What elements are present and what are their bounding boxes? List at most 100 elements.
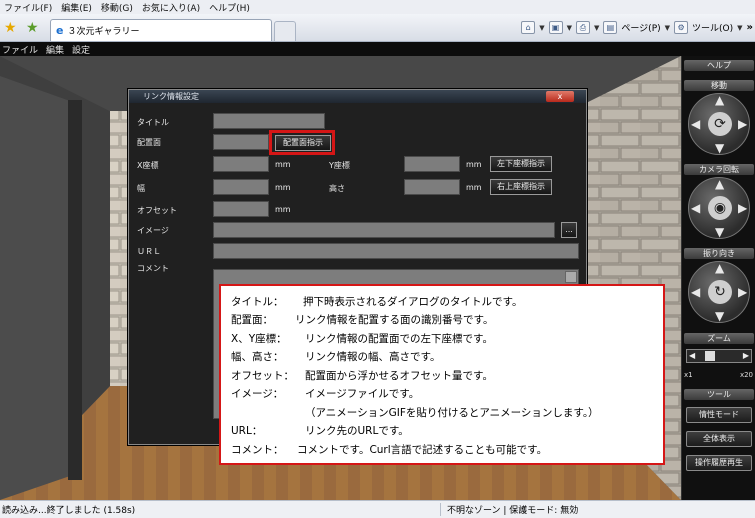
camera-icon: ◉ (708, 196, 732, 220)
add-favorite-icon[interactable]: ★ (26, 20, 39, 36)
home-icon[interactable]: ⌂ (521, 21, 536, 34)
menu-edit[interactable]: 編集(E) (61, 1, 92, 14)
label-width: 幅 (137, 184, 145, 193)
favorites-star-icon[interactable]: ★ (4, 20, 17, 36)
gear-icon: ⚙ (674, 21, 689, 34)
menu-favorites[interactable]: お気に入り(A) (142, 1, 200, 14)
arrow-up-icon[interactable]: ▲ (715, 93, 724, 107)
menu-file[interactable]: ファイル(F) (4, 1, 52, 14)
callout-value: リンク先のURLです。 (305, 425, 409, 438)
arrow-down-icon[interactable]: ▼ (715, 141, 724, 155)
callout-row: 幅、高さ： リンク情報の幅、高さです。 (231, 348, 653, 367)
arrow-up-icon[interactable]: ▲ (715, 261, 724, 275)
chevron-down-icon[interactable]: ▼ (737, 24, 742, 32)
zoom-header: ズーム (684, 333, 754, 344)
callout-row: URL： リンク先のURLです。 (231, 422, 653, 441)
face-input[interactable] (213, 134, 269, 150)
y-input[interactable] (404, 156, 460, 172)
label-offset: オフセット (137, 206, 177, 215)
camera-header: カメラ回転 (684, 164, 754, 175)
highlight-box (269, 130, 335, 155)
move-pad[interactable]: ▲ ▼ ◀ ▶ ⟳ (688, 93, 750, 155)
print-icon[interactable]: ⎙ (575, 21, 590, 34)
callout-key: オフセット： (231, 369, 294, 382)
zoom-left-icon[interactable]: ◀ (689, 351, 695, 360)
arrow-right-icon[interactable]: ▶ (738, 285, 747, 299)
chevron-down-icon[interactable]: ▼ (594, 24, 599, 32)
tab-bar: ★ ★ e ３次元ギャラリー ⌂ ▼ ▣ ▼ ⎙ ▼ ▤ ページ(P) ▼ ⚙ ツール(… (0, 14, 755, 42)
arrow-left-icon[interactable]: ◀ (691, 285, 700, 299)
callout-value: リンク情報を配置する面の識別番号です。 (295, 314, 494, 327)
callout-value: リンク情報の幅、高さです。 (305, 351, 441, 364)
turn-pad[interactable]: ▲ ▼ ◀ ▶ ↻ (688, 261, 750, 323)
x-input[interactable] (213, 156, 269, 172)
arrow-down-icon[interactable]: ▼ (715, 225, 724, 239)
menu-help[interactable]: ヘルプ(H) (209, 1, 250, 14)
callout-value: （アニメーションGIFを貼り付けるとアニメーションします。） (305, 406, 599, 419)
app-menu-settings[interactable]: 設定 (72, 43, 90, 56)
url-input[interactable] (213, 243, 579, 259)
bottom-left-pick-button[interactable]: 左下座標指示 (490, 156, 552, 172)
callout-value: 配置面から浮かせるオフセット量です。 (305, 369, 493, 382)
replay-history-button[interactable]: 操作履歴再生 (686, 455, 752, 471)
comment-scrollbar[interactable] (565, 271, 577, 283)
browse-button[interactable]: ... (561, 222, 577, 238)
callout-row: タイトル： 押下時表示されるダイアログのタイトルです。 (231, 292, 653, 311)
callout-key: 幅、高さ： (231, 351, 284, 364)
label-x: X座標 (137, 161, 159, 170)
zoom-right-icon[interactable]: ▶ (743, 351, 749, 360)
callout-row: X、Y座標： リンク情報の配置面での左下座標です。 (231, 329, 653, 348)
arrow-left-icon[interactable]: ◀ (691, 117, 700, 131)
new-tab-button[interactable] (274, 21, 296, 41)
callout-value: リンク情報の配置面での左下座標です。 (305, 332, 493, 345)
browser-tab[interactable]: e ３次元ギャラリー (50, 19, 272, 41)
status-text: 読み込み...終了しました (1.58s) (2, 506, 136, 516)
app-menu-edit[interactable]: 編集 (46, 43, 64, 56)
tools-menu[interactable]: ツール(O) (692, 21, 733, 34)
zoom-thumb[interactable] (705, 351, 715, 361)
callout-row: コメント： コメントです。Curl言語で記述することも可能です。 (231, 440, 653, 459)
move-header: 移動 (684, 80, 754, 91)
callout-row: （アニメーションGIFを貼り付けるとアニメーションします。） (231, 403, 653, 422)
x-unit: mm (275, 160, 291, 169)
edit-mode-button[interactable]: 情性モード (686, 407, 752, 423)
feeds-icon[interactable]: ▣ (548, 21, 563, 34)
zoom-min-label: x1 (684, 371, 693, 379)
title-input[interactable] (213, 113, 325, 129)
chevron-down-icon[interactable]: ▼ (539, 24, 544, 32)
dialog-close-button[interactable]: x (546, 91, 574, 102)
callout-key: イメージ： (231, 388, 284, 401)
width-unit: mm (275, 183, 291, 192)
y-unit: mm (466, 160, 482, 169)
top-right-pick-button[interactable]: 右上座標指示 (490, 179, 552, 195)
command-bar: ⌂ ▼ ▣ ▼ ⎙ ▼ ▤ ページ(P) ▼ ⚙ ツール(O) ▼ » (521, 21, 753, 34)
ie-icon: e (56, 24, 64, 37)
offset-input[interactable] (213, 201, 269, 217)
app-menu-file[interactable]: ファイル (2, 43, 38, 56)
zoom-slider[interactable]: ◀ ▶ (686, 349, 752, 363)
arrow-up-icon[interactable]: ▲ (715, 177, 724, 191)
width-input[interactable] (213, 179, 269, 195)
show-all-button[interactable]: 全体表示 (686, 431, 752, 447)
callout-row: オフセット： 配置面から浮かせるオフセット量です。 (231, 366, 653, 385)
label-image: イメージ (137, 226, 169, 235)
image-input[interactable] (213, 222, 555, 238)
chevron-down-icon[interactable]: ▼ (665, 24, 670, 32)
menu-go[interactable]: 移動(G) (101, 1, 133, 14)
arrow-right-icon[interactable]: ▶ (738, 117, 747, 131)
chevron-down-icon[interactable]: ▼ (567, 24, 572, 32)
height-unit: mm (466, 183, 482, 192)
arrow-down-icon[interactable]: ▼ (715, 309, 724, 323)
callout-value: 押下時表示されるダイアログのタイトルです。 (303, 295, 523, 308)
height-input[interactable] (404, 179, 460, 195)
status-bar: 読み込み...終了しました (1.58s) 不明なゾーン | 保護モード: 無効 (0, 500, 755, 518)
callout-key: 配置面： (231, 314, 273, 327)
help-header[interactable]: ヘルプ (684, 60, 754, 71)
camera-pad[interactable]: ▲ ▼ ◀ ▶ ◉ (688, 177, 750, 239)
arrow-left-icon[interactable]: ◀ (691, 201, 700, 215)
dialog-titlebar: リンク情報設定 (129, 90, 586, 103)
page-menu[interactable]: ページ(P) (621, 21, 660, 34)
arrow-right-icon[interactable]: ▶ (738, 201, 747, 215)
overflow-icon[interactable]: » (747, 22, 753, 33)
callout-key: コメント： (231, 443, 284, 456)
